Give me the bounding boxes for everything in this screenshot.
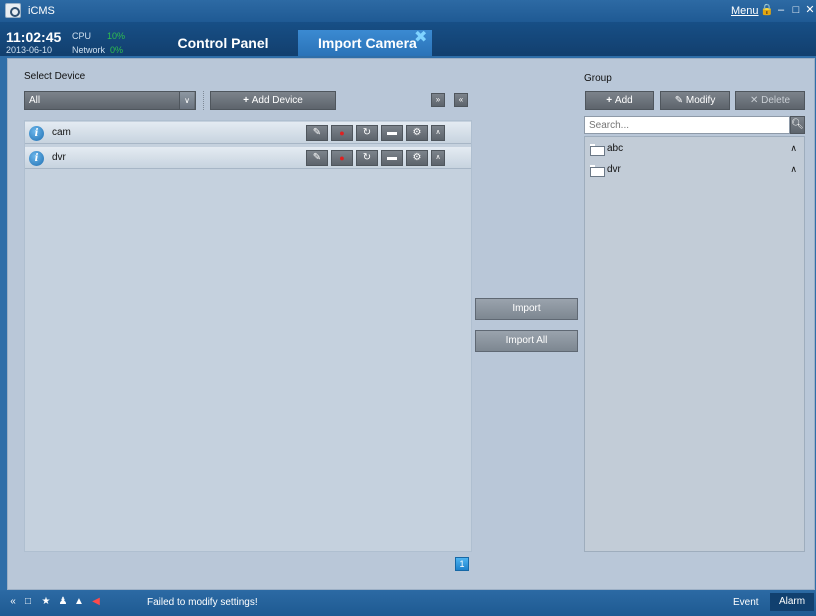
menu-link[interactable]: Menu bbox=[731, 5, 759, 17]
delete-group-button[interactable]: ✕ Delete bbox=[735, 91, 805, 110]
search-icon[interactable]: 🔍︎ bbox=[790, 116, 805, 134]
select-device-label: Select Device bbox=[24, 71, 86, 82]
cpu-label: CPU bbox=[72, 31, 92, 41]
chevron-up-icon[interactable]: ∧ bbox=[431, 125, 445, 141]
app-logo-icon bbox=[5, 3, 21, 18]
plus-icon: + bbox=[243, 95, 252, 106]
tab-control-panel[interactable]: Control Panel bbox=[148, 30, 298, 56]
group-label: Group bbox=[584, 73, 612, 84]
edit-icon[interactable]: ✎ bbox=[306, 125, 328, 141]
collapse-all-icon[interactable]: « bbox=[454, 93, 468, 107]
add-device-label: Add Device bbox=[251, 95, 303, 106]
title-bar bbox=[0, 0, 816, 22]
network-value: 0% bbox=[110, 45, 124, 55]
toolbar-divider bbox=[203, 91, 204, 110]
record-icon[interactable]: ● bbox=[331, 125, 353, 141]
edit-icon: ✎ bbox=[674, 95, 686, 106]
page-number-button[interactable]: 1 bbox=[455, 557, 469, 571]
refresh-icon[interactable]: ↻ bbox=[356, 150, 378, 166]
device-row-cam[interactable]: i cam ✎ ● ↻ ▬ ⚙ ∧ bbox=[25, 122, 471, 144]
modify-group-button[interactable]: ✎ Modify bbox=[660, 91, 730, 110]
event-button[interactable]: Event bbox=[733, 597, 759, 608]
restore-icon[interactable]: □ bbox=[790, 4, 802, 17]
add-device-button[interactable]: + Add Device bbox=[210, 91, 336, 110]
modify-group-label: Modify bbox=[685, 95, 716, 106]
folder-icon bbox=[590, 165, 605, 177]
monitor-icon[interactable]: □ bbox=[22, 596, 34, 608]
add-group-label: Add bbox=[614, 95, 633, 106]
close-icon[interactable]: ✕ bbox=[804, 4, 816, 17]
tab-close-icon[interactable]: ✖ bbox=[414, 30, 428, 46]
import-all-button[interactable]: Import All bbox=[475, 330, 578, 352]
add-group-button[interactable]: + Add bbox=[585, 91, 654, 110]
folder-icon[interactable]: ▬ bbox=[381, 125, 403, 141]
record-icon[interactable]: ● bbox=[331, 150, 353, 166]
chevron-up-icon[interactable]: ∧ bbox=[790, 164, 797, 175]
group-item-abc[interactable]: abc ∧ bbox=[587, 139, 802, 159]
info-icon[interactable]: i bbox=[29, 126, 44, 141]
gear-icon[interactable]: ⚙ bbox=[406, 125, 428, 141]
user-icon[interactable]: ▲ bbox=[73, 596, 85, 608]
import-button[interactable]: Import bbox=[475, 298, 578, 320]
plus-icon: + bbox=[606, 95, 615, 106]
group-name: abc bbox=[607, 143, 624, 154]
alarm-button[interactable]: Alarm bbox=[770, 593, 814, 611]
delete-group-label: Delete bbox=[761, 95, 791, 106]
speaker-muted-icon[interactable]: ◀ bbox=[90, 596, 102, 608]
status-message: Failed to modify settings! bbox=[147, 597, 258, 608]
edit-icon[interactable]: ✎ bbox=[306, 150, 328, 166]
clock-time: 11:02:45 bbox=[6, 29, 62, 45]
collapse-up-icon[interactable]: « bbox=[7, 596, 19, 608]
group-name: dvr bbox=[607, 164, 621, 175]
expand-all-icon[interactable]: » bbox=[431, 93, 445, 107]
group-list bbox=[584, 136, 805, 552]
close-icon: ✕ bbox=[749, 95, 762, 106]
cpu-value: 10% bbox=[107, 31, 126, 41]
folder-icon bbox=[590, 144, 605, 156]
device-list bbox=[24, 120, 472, 552]
tab-import-camera[interactable]: Import Camera bbox=[298, 30, 432, 56]
chevron-up-icon[interactable]: ∧ bbox=[790, 143, 797, 154]
minimize-icon[interactable]: – bbox=[775, 4, 787, 17]
gear-icon[interactable]: ⚙ bbox=[406, 150, 428, 166]
chevron-up-icon[interactable]: ∧ bbox=[431, 150, 445, 166]
lock-icon[interactable]: 🔒 bbox=[760, 4, 774, 17]
app-title: iCMS bbox=[28, 5, 55, 17]
refresh-icon[interactable]: ↻ bbox=[356, 125, 378, 141]
info-icon[interactable]: i bbox=[29, 151, 44, 166]
pin-icon[interactable]: ★ bbox=[40, 596, 52, 608]
status-bar bbox=[0, 590, 816, 616]
folder-icon[interactable]: ▬ bbox=[381, 150, 403, 166]
group-item-dvr[interactable]: dvr ∧ bbox=[587, 160, 802, 180]
device-filter-select[interactable]: All bbox=[24, 91, 196, 110]
device-row-dvr[interactable]: i dvr ✎ ● ↻ ▬ ⚙ ∧ bbox=[25, 147, 471, 169]
chevron-down-icon[interactable]: ∨ bbox=[179, 92, 194, 109]
clock-date: 2013-06-10 bbox=[6, 45, 53, 55]
group-search-input[interactable] bbox=[584, 116, 790, 134]
network-label: Network bbox=[72, 45, 106, 55]
device-name: cam bbox=[52, 127, 71, 138]
device-name: dvr bbox=[52, 152, 66, 163]
users-icon[interactable]: ♟ bbox=[57, 596, 69, 608]
